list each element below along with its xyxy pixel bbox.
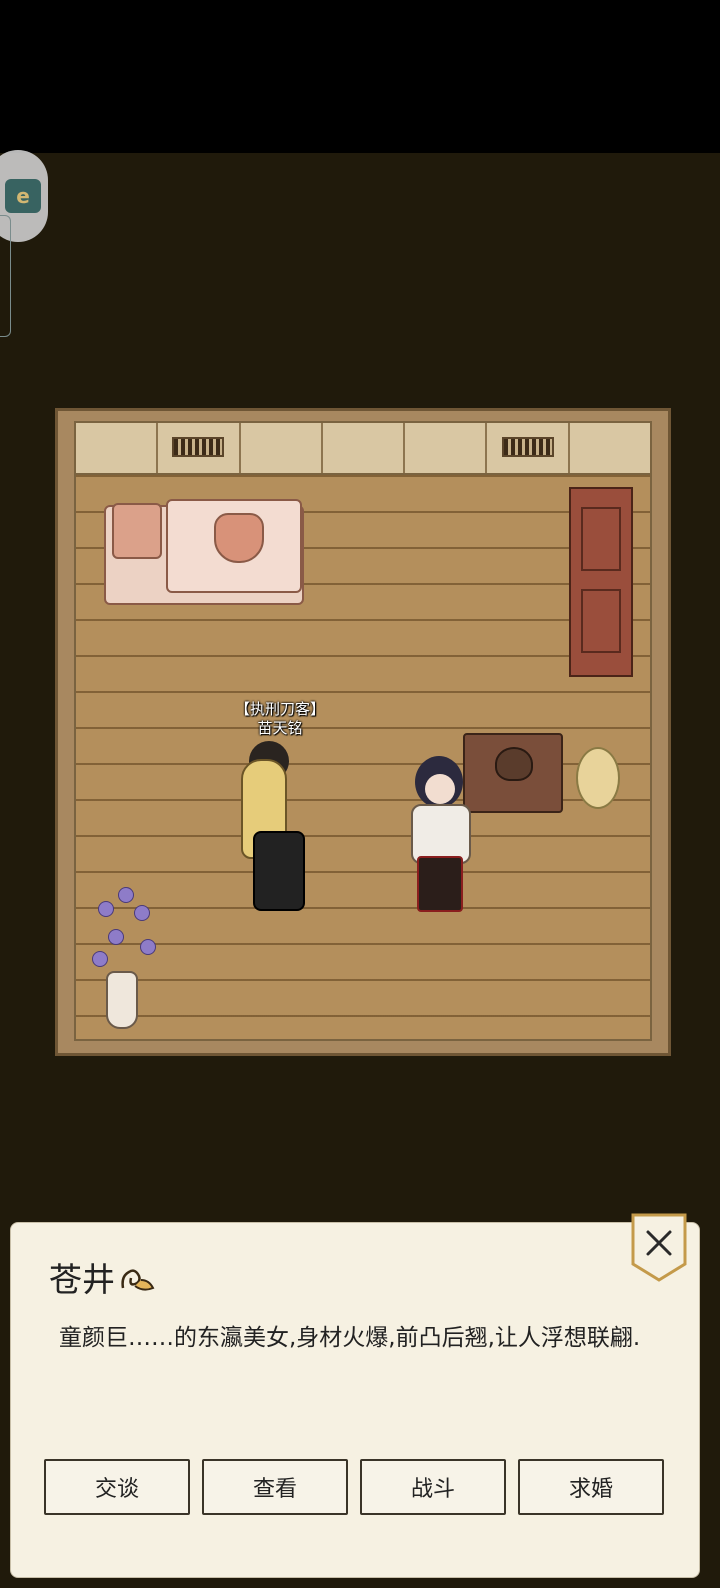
top-black-bar: [0, 0, 720, 153]
npc-name: 苗天铭: [257, 719, 303, 737]
assistant-logo-icon: e: [5, 179, 41, 213]
close-icon[interactable]: [630, 1212, 688, 1282]
cabinet: [569, 487, 633, 677]
room-back-wall: [74, 421, 652, 475]
talk-button[interactable]: 交谈: [44, 1459, 190, 1515]
flower-vase: [88, 881, 158, 1031]
npc-title: 【执刑刀客】: [234, 700, 325, 718]
npc-character-swordsman[interactable]: [231, 741, 311, 916]
propose-button[interactable]: 求婚: [518, 1459, 664, 1515]
female-marker-icon: [121, 1269, 155, 1291]
npc-character-seated-woman[interactable]: [403, 756, 483, 916]
floor-cushion: [576, 747, 620, 809]
action-buttons: 交谈 查看 战斗 求婚: [44, 1459, 674, 1515]
bed: [104, 499, 304, 609]
room-scene[interactable]: 【执刑刀客】 苗天铭: [55, 408, 671, 1056]
npc-nameplate: 【执刑刀客】 苗天铭: [228, 700, 332, 738]
npc-description: 童颜巨……的东瀛美女,身材火爆,前凸后翘,让人浮想联翩.: [59, 1325, 641, 1351]
heart-icon: [214, 513, 264, 563]
side-drawer-handle[interactable]: [0, 215, 11, 337]
wall-vent-icon: [172, 437, 225, 457]
npc-name-text: 苍井: [49, 1260, 115, 1299]
wall-vent-icon: [501, 437, 554, 457]
npc-dialog-name: 苍井: [49, 1253, 157, 1301]
fight-button[interactable]: 战斗: [360, 1459, 506, 1515]
inspect-button[interactable]: 查看: [202, 1459, 348, 1515]
teapot-icon: [495, 747, 533, 781]
npc-dialog-panel: 苍井 童颜巨……的东瀛美女,身材火爆,前凸后翘,让人浮想联翩.: [10, 1222, 700, 1578]
